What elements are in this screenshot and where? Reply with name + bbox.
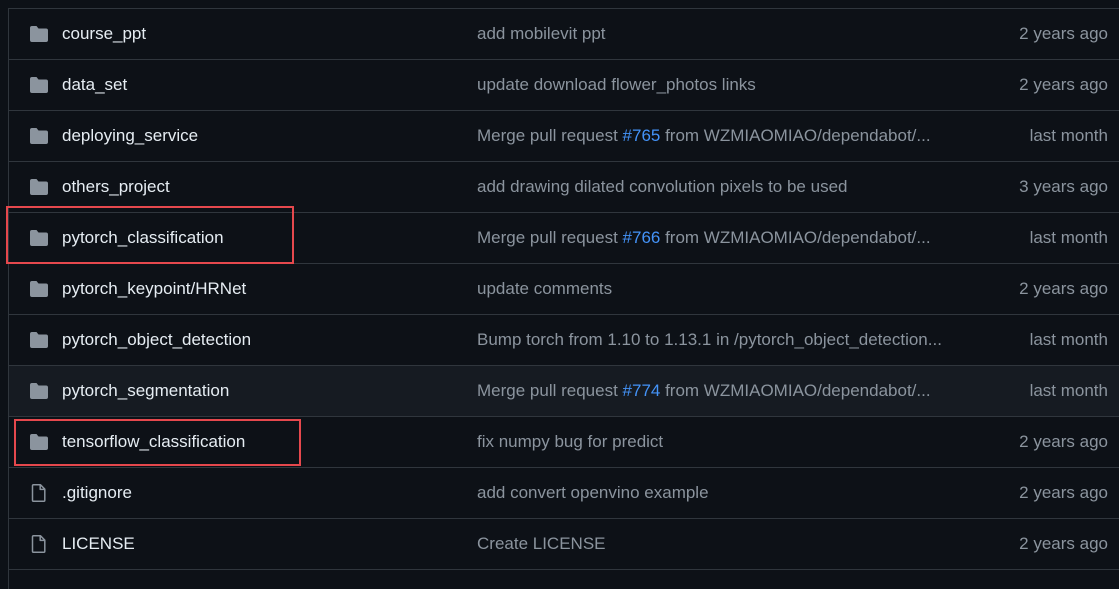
commit-date: 2 years ago — [1019, 24, 1108, 43]
commit-date: 2 years ago — [1019, 483, 1108, 502]
commit-message[interactable]: Merge pull request #766 from WZMIAOMIAO/… — [477, 227, 957, 249]
commit-message[interactable]: add mobilevit ppt — [477, 23, 957, 45]
folder-icon — [30, 128, 48, 144]
commit-date: 2 years ago — [1019, 75, 1108, 94]
pull-request-link[interactable]: #766 — [623, 228, 661, 247]
commit-date: 3 years ago — [1019, 177, 1108, 196]
commit-date: last month — [1029, 381, 1108, 400]
commit-date: 2 years ago — [1019, 279, 1108, 298]
commit-message-text[interactable]: Bump torch from 1.10 to 1.13.1 in /pytor… — [477, 330, 942, 349]
file-row[interactable]: pytorch_classification Merge pull reques… — [9, 213, 1119, 264]
file-name-link[interactable]: deploying_service — [62, 125, 198, 147]
file-row[interactable]: data_set update download flower_photos l… — [9, 60, 1119, 111]
commit-message-text[interactable]: update comments — [477, 279, 612, 298]
file-row[interactable]: .gitignore add convert openvino example … — [9, 468, 1119, 519]
commit-date: last month — [1029, 330, 1108, 349]
commit-date: last month — [1029, 228, 1108, 247]
file-row[interactable]: tensorflow_classification fix numpy bug … — [9, 417, 1119, 468]
file-icon — [31, 484, 46, 502]
file-row[interactable]: pytorch_object_detection Bump torch from… — [9, 315, 1119, 366]
commit-message-text[interactable]: add convert openvino example — [477, 483, 709, 502]
commit-message[interactable]: fix numpy bug for predict — [477, 431, 957, 453]
commit-message[interactable]: Create LICENSE — [477, 533, 957, 555]
file-name-link[interactable]: pytorch_keypoint/HRNet — [62, 278, 246, 300]
folder-icon — [30, 230, 48, 246]
folder-icon — [30, 77, 48, 93]
file-icon — [31, 535, 46, 553]
commit-message-text[interactable]: Create LICENSE — [477, 534, 606, 553]
file-name-link[interactable]: .gitignore — [62, 482, 132, 504]
commit-message[interactable]: add drawing dilated convolution pixels t… — [477, 176, 957, 198]
file-row[interactable]: pytorch_keypoint/HRNet update comments 2… — [9, 264, 1119, 315]
folder-icon — [30, 26, 48, 42]
file-name-link[interactable]: course_ppt — [62, 23, 146, 45]
file-name-link[interactable]: pytorch_segmentation — [62, 380, 229, 402]
commit-message-text-suffix[interactable]: from WZMIAOMIAO/dependabot/... — [660, 228, 930, 247]
file-name-link[interactable]: data_set — [62, 74, 127, 96]
commit-message[interactable]: update comments — [477, 278, 957, 300]
file-row[interactable]: LICENSE Create LICENSE 2 years ago — [9, 519, 1119, 570]
folder-icon — [30, 332, 48, 348]
file-name-link[interactable]: pytorch_classification — [62, 227, 224, 249]
commit-message-text[interactable]: update download flower_photos links — [477, 75, 756, 94]
file-list: course_ppt add mobilevit ppt 2 years ago… — [8, 8, 1119, 589]
folder-icon — [30, 383, 48, 399]
commit-message-text[interactable]: fix numpy bug for predict — [477, 432, 663, 451]
file-name-link[interactable]: tensorflow_classification — [62, 431, 245, 453]
commit-message-text[interactable]: Merge pull request — [477, 228, 623, 247]
file-row[interactable]: pytorch_segmentation Merge pull request … — [9, 366, 1119, 417]
commit-message[interactable]: add convert openvino example — [477, 482, 957, 504]
file-row[interactable]: others_project add drawing dilated convo… — [9, 162, 1119, 213]
file-name-link[interactable]: others_project — [62, 176, 170, 198]
file-name-link[interactable]: pytorch_object_detection — [62, 329, 251, 351]
commit-date: 2 years ago — [1019, 432, 1108, 451]
file-name-link[interactable]: LICENSE — [62, 533, 135, 555]
commit-message-text[interactable]: add mobilevit ppt — [477, 24, 606, 43]
commit-message-text[interactable]: add drawing dilated convolution pixels t… — [477, 177, 847, 196]
commit-message-text[interactable]: Merge pull request — [477, 126, 623, 145]
pull-request-link[interactable]: #765 — [623, 126, 661, 145]
commit-message-text[interactable]: Merge pull request — [477, 381, 623, 400]
commit-message[interactable]: Bump torch from 1.10 to 1.13.1 in /pytor… — [477, 329, 957, 351]
folder-icon — [30, 179, 48, 195]
pull-request-link[interactable]: #774 — [623, 381, 661, 400]
folder-icon — [30, 281, 48, 297]
commit-message[interactable]: Merge pull request #774 from WZMIAOMIAO/… — [477, 380, 957, 402]
file-row[interactable]: course_ppt add mobilevit ppt 2 years ago — [9, 9, 1119, 60]
commit-message[interactable]: Merge pull request #765 from WZMIAOMIAO/… — [477, 125, 957, 147]
commit-date: 2 years ago — [1019, 534, 1108, 553]
commit-date: last month — [1029, 126, 1108, 145]
commit-message-text-suffix[interactable]: from WZMIAOMIAO/dependabot/... — [660, 126, 930, 145]
commit-message[interactable]: update download flower_photos links — [477, 74, 957, 96]
file-row[interactable]: deploying_service Merge pull request #76… — [9, 111, 1119, 162]
commit-message-text-suffix[interactable]: from WZMIAOMIAO/dependabot/... — [660, 381, 930, 400]
folder-icon — [30, 434, 48, 450]
